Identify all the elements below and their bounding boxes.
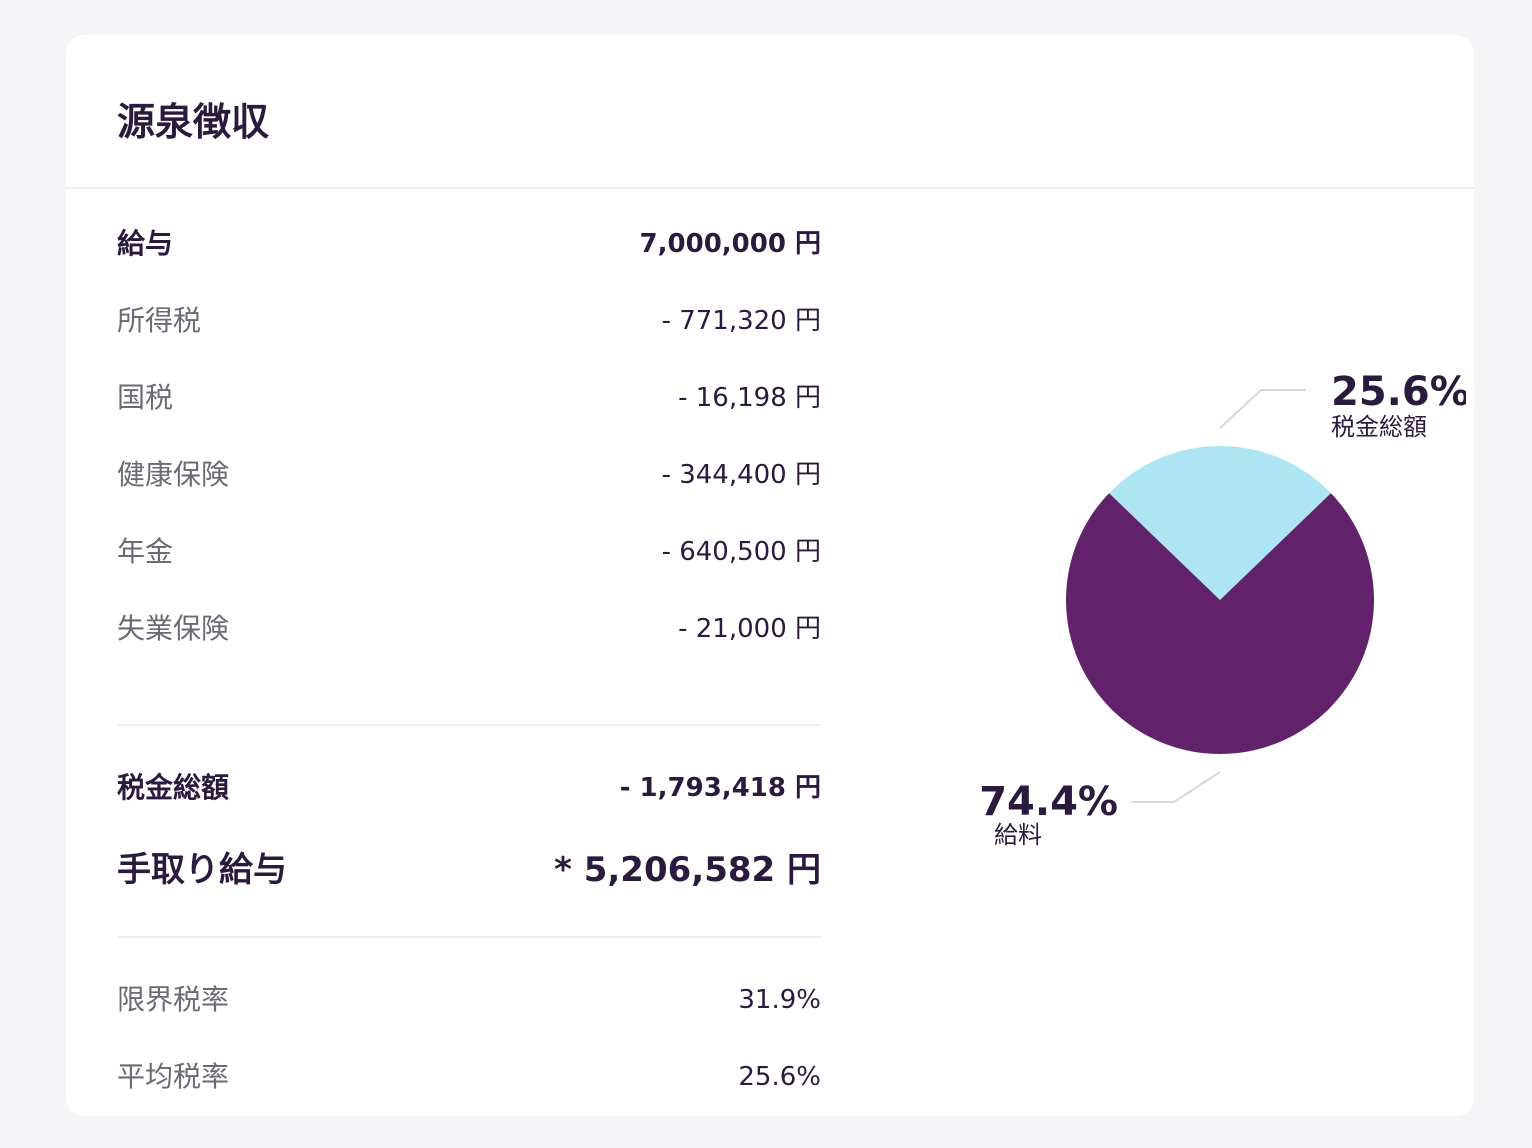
row-value: - 1,793,418 円 [619,773,821,803]
marginal-rate-row: 限界税率 31.9% [117,980,821,1020]
row-label: 限界税率 [117,983,230,1016]
income-tax-row: 所得税 - 771,320 円 [117,301,821,341]
row-label: 平均税率 [117,1060,230,1093]
tax-pie-chart: 25.6%税金総額 74.4%給料 [979,369,1466,849]
row-label: 健康保険 [117,458,230,491]
card-header: 源泉徴収 [66,35,1474,189]
row-value: - 21,000 円 [678,614,821,644]
row-value: * 5,206,582 円 [554,850,821,890]
pie-slice-name: 給料 [994,821,1042,849]
withholding-card: 源泉徴収 給与 7,000,000 円 所得税 - 771,320 円 国税 -… [66,35,1474,1116]
row-value: - 771,320 円 [661,306,821,336]
tax-total-row: 税金総額 - 1,793,418 円 [117,768,821,808]
health-insurance-row: 健康保険 - 344,400 円 [117,455,821,495]
row-value: 31.9% [738,985,821,1015]
unemployment-insurance-row: 失業保険 - 21,000 円 [117,609,821,649]
row-label: 給与 [117,227,174,260]
pie-slice-name: 税金総額 [1331,413,1427,441]
row-value: - 640,500 円 [661,537,821,567]
row-label: 所得税 [117,304,202,337]
callout-line-1 [1131,771,1221,803]
row-value: 7,000,000 円 [639,229,821,259]
card-title: 源泉徴収 [117,100,270,144]
row-label: 手取り給与 [117,850,287,890]
row-label: 税金総額 [117,771,230,804]
salary-row: 給与 7,000,000 円 [117,224,821,264]
net-pay-row: 手取り給与 * 5,206,582 円 [117,850,821,894]
divider [117,936,821,938]
row-label: 失業保険 [117,612,230,645]
pension-row: 年金 - 640,500 円 [117,532,821,572]
callout-line-0 [1219,389,1306,429]
row-value: 25.6% [738,1062,821,1092]
row-value: - 344,400 円 [661,460,821,490]
row-value: - 16,198 円 [678,383,821,413]
national-tax-row: 国税 - 16,198 円 [117,378,821,418]
average-rate-row: 平均税率 25.6% [117,1057,821,1097]
pie-percent-label: 25.6% [1331,369,1466,415]
row-label: 国税 [117,381,174,414]
divider [117,724,821,726]
row-label: 年金 [117,535,174,568]
pie-percent-label: 74.4% [979,779,1118,825]
